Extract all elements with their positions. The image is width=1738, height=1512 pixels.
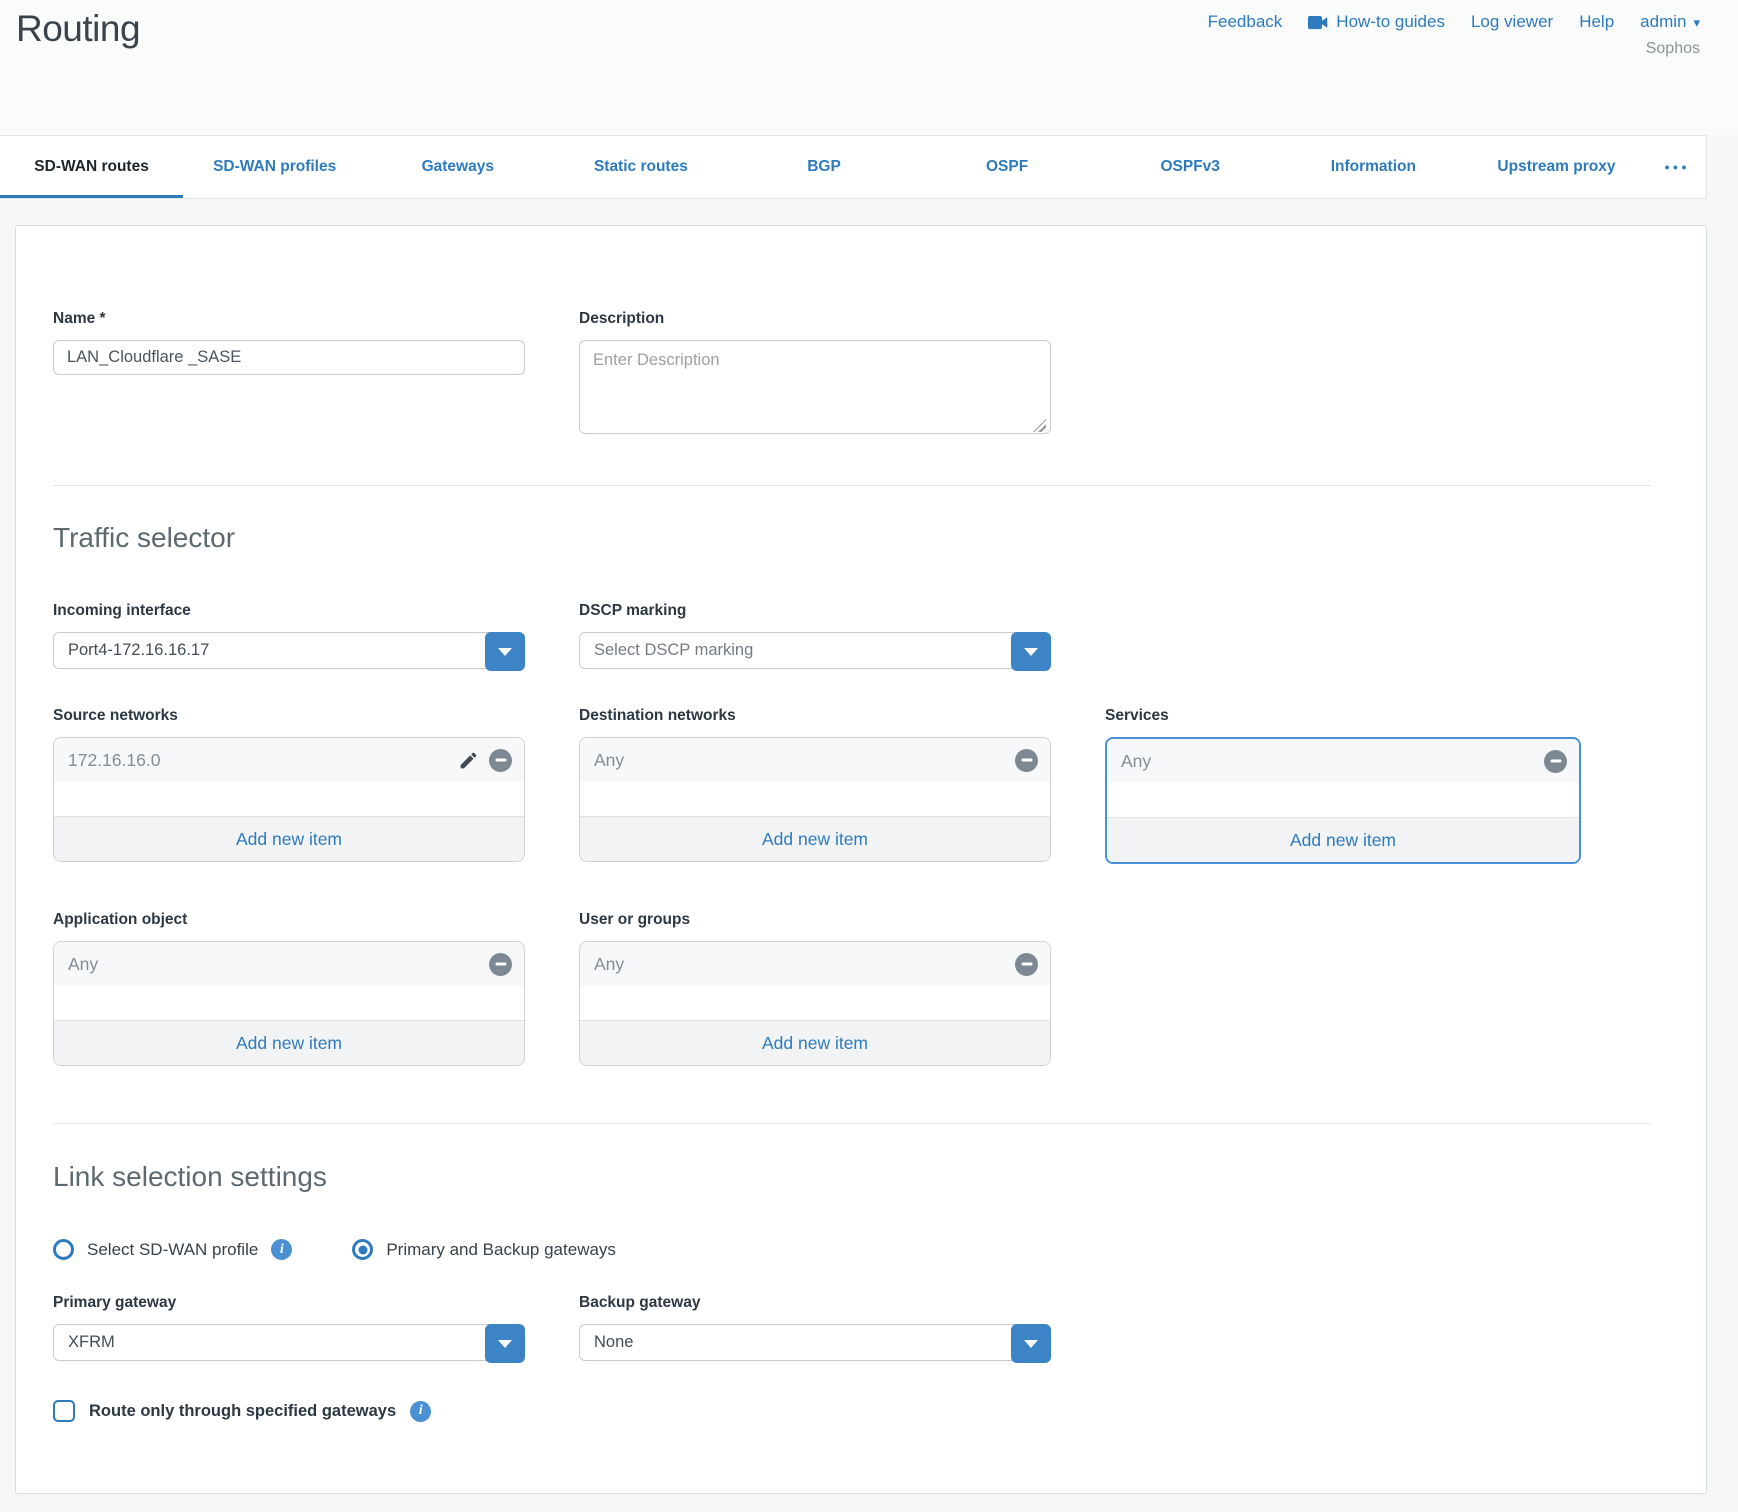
route-only-checkbox-label: Route only through specified gateways [89,1402,396,1421]
destination-networks-field-group: Destination networks Any Add new item [579,707,1051,864]
dropdown-arrow-button[interactable] [1011,632,1051,671]
tabs-overflow-ellipsis-icon[interactable]: ●●● [1648,136,1706,198]
user-or-groups-label: User or groups [579,911,1051,929]
incoming-interface-select[interactable]: Port4-172.16.16.17 [53,632,525,669]
traffic-selector-heading: Traffic selector [53,522,1664,554]
list-item: Any [580,942,1050,986]
backup-gateway-field-group: Backup gateway None [579,1294,1051,1361]
tab-information[interactable]: Information [1282,136,1465,198]
add-new-item-button[interactable]: Add new item [580,816,1050,861]
interface-dscp-row: Incoming interface Port4-172.16.16.17 DS… [53,602,1664,669]
tab-sdwan-profiles[interactable]: SD-WAN profiles [183,136,366,198]
services-label: Services [1105,707,1581,725]
tab-upstream-proxy[interactable]: Upstream proxy [1465,136,1648,198]
source-networks-listbox: 172.16.16.0 Add new item [53,737,525,862]
primary-gateway-label: Primary gateway [53,1294,525,1312]
remove-item-icon[interactable] [489,953,512,976]
edit-pencil-icon[interactable] [458,750,479,771]
backup-gateway-select[interactable]: None [579,1324,1051,1361]
description-field-group: Description [579,310,1051,439]
tab-static-routes[interactable]: Static routes [549,136,732,198]
info-icon[interactable] [410,1401,431,1422]
list-item: Any [1107,739,1579,783]
add-new-item-button[interactable]: Add new item [54,1020,524,1065]
backup-gateway-label: Backup gateway [579,1294,1051,1312]
link-selection-radio-row: Select SD-WAN profile Primary and Backup… [53,1239,1664,1260]
help-link[interactable]: Help [1579,12,1614,32]
services-field-group: Services Any Add new item [1105,707,1581,864]
dscp-label: DSCP marking [579,602,1051,620]
add-new-item-button[interactable]: Add new item [580,1020,1050,1065]
source-networks-field-group: Source networks 172.16.16.0 Add new item [53,707,525,864]
user-or-groups-listbox: Any Add new item [579,941,1051,1066]
dropdown-arrow-button[interactable] [485,1324,525,1363]
user-menu[interactable]: admin ▾ [1640,12,1700,32]
sdwan-profile-radio[interactable] [53,1239,74,1260]
info-icon[interactable] [271,1239,292,1260]
primary-gateway-field-group: Primary gateway XFRM [53,1294,525,1361]
destination-networks-listbox: Any Add new item [579,737,1051,862]
routing-tabbar: SD-WAN routes SD-WAN profiles Gateways S… [0,135,1707,199]
dropdown-arrow-button[interactable] [1011,1324,1051,1363]
primary-gateway-value: XFRM [54,1325,524,1360]
list-item: Any [580,738,1050,782]
gateway-selects-row: Primary gateway XFRM Backup gateway None [53,1294,1664,1361]
add-new-item-button[interactable]: Add new item [54,816,524,861]
page-title: Routing [16,8,140,50]
sdwan-route-form-panel: Name * Description Traffic selector Inco… [15,225,1707,1494]
tab-ospfv3[interactable]: OSPFv3 [1099,136,1282,198]
incoming-interface-value: Port4-172.16.16.17 [54,633,524,668]
dscp-select[interactable]: Select DSCP marking [579,632,1051,669]
brand-label: Sophos [1646,40,1700,58]
incoming-interface-field-group: Incoming interface Port4-172.16.16.17 [53,602,525,669]
add-new-item-button[interactable]: Add new item [1107,817,1579,862]
list-item: Any [54,942,524,986]
tab-bgp[interactable]: BGP [732,136,915,198]
link-selection-heading: Link selection settings [53,1161,1664,1193]
howto-guides-link[interactable]: How-to guides [1308,12,1445,32]
source-networks-label: Source networks [53,707,525,725]
dscp-value: Select DSCP marking [580,633,1050,668]
description-label: Description [579,310,1051,328]
page-header: Routing Feedback How-to guides Log viewe… [0,0,1738,135]
route-only-checkbox[interactable] [53,1400,75,1422]
primary-backup-gateways-radio[interactable] [352,1239,373,1260]
feedback-link[interactable]: Feedback [1208,12,1283,32]
dropdown-arrow-button[interactable] [485,632,525,671]
user-or-groups-field-group: User or groups Any Add new item [579,911,1051,1066]
name-description-row: Name * Description [53,310,1664,439]
section-divider [53,485,1651,486]
remove-item-icon[interactable] [1544,750,1567,773]
destination-networks-label: Destination networks [579,707,1051,725]
section-divider [53,1123,1651,1124]
log-viewer-link[interactable]: Log viewer [1471,12,1553,32]
list-item: 172.16.16.0 [54,738,524,782]
route-only-row: Route only through specified gateways [53,1400,1664,1422]
remove-item-icon[interactable] [1015,749,1038,772]
name-label: Name * [53,310,525,328]
chevron-down-icon: ▾ [1693,16,1700,29]
primary-backup-gateways-radio-label: Primary and Backup gateways [386,1240,616,1260]
application-object-field-group: Application object Any Add new item [53,911,525,1066]
application-users-row: Application object Any Add new item User… [53,911,1664,1066]
header-nav: Feedback How-to guides Log viewer Help a… [1208,12,1700,32]
sdwan-profile-radio-label: Select SD-WAN profile [87,1240,258,1260]
remove-item-icon[interactable] [1015,953,1038,976]
remove-item-icon[interactable] [489,749,512,772]
name-input[interactable] [53,340,525,375]
application-object-listbox: Any Add new item [53,941,525,1066]
backup-gateway-value: None [580,1325,1050,1360]
tab-ospf[interactable]: OSPF [916,136,1099,198]
networks-services-row: Source networks 172.16.16.0 Add new item… [53,707,1664,864]
name-field-group: Name * [53,310,525,439]
tab-gateways[interactable]: Gateways [366,136,549,198]
description-textarea[interactable] [579,340,1051,434]
incoming-interface-label: Incoming interface [53,602,525,620]
primary-gateway-select[interactable]: XFRM [53,1324,525,1361]
video-camera-icon [1308,15,1329,30]
application-object-label: Application object [53,911,525,929]
dscp-field-group: DSCP marking Select DSCP marking [579,602,1051,669]
services-listbox: Any Add new item [1105,737,1581,864]
tab-sdwan-routes[interactable]: SD-WAN routes [0,136,183,198]
